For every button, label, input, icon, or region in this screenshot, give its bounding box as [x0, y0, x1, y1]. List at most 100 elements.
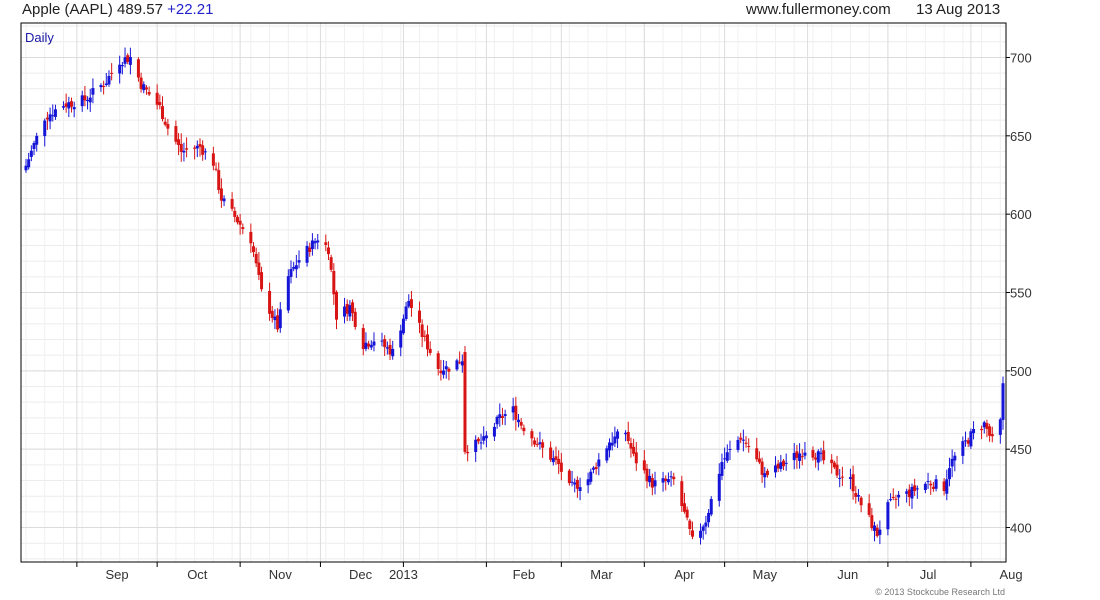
candle-up	[934, 479, 938, 489]
y-tick-label: 450	[1010, 442, 1032, 457]
candle-up	[444, 366, 448, 370]
candle-down	[252, 246, 256, 253]
candle-up	[578, 487, 582, 492]
candle-down	[519, 421, 523, 426]
candle-down	[233, 210, 237, 217]
candle-down	[739, 437, 743, 440]
candle-down	[238, 220, 242, 225]
candle-up	[107, 75, 111, 85]
candle-down	[308, 247, 312, 252]
candle-down	[642, 460, 646, 471]
candle-up	[310, 240, 314, 249]
candle-down	[417, 310, 421, 323]
candle-up	[474, 439, 478, 453]
candle-up	[391, 348, 395, 357]
candle-down	[988, 426, 992, 436]
candle-down	[907, 489, 911, 498]
x-tick-label: Jul	[920, 567, 937, 582]
candle-down	[476, 438, 480, 442]
candle-down	[388, 344, 392, 355]
candle-down	[329, 257, 333, 270]
candle-up	[32, 143, 36, 149]
candle-down	[326, 247, 330, 255]
candle-up	[48, 114, 52, 122]
candle-up	[661, 478, 665, 483]
candle-up	[608, 442, 612, 451]
candle-down	[680, 481, 684, 507]
candle-up	[653, 480, 657, 487]
candle-down	[854, 493, 858, 497]
candle-up	[889, 499, 893, 501]
candle-up	[897, 494, 901, 498]
candle-up	[88, 97, 92, 103]
candle-up	[297, 260, 301, 263]
candle-down	[230, 199, 234, 209]
candle-up	[998, 419, 1002, 435]
candle-down	[830, 459, 834, 464]
x-tick-label: Nov	[269, 567, 293, 582]
candle-down	[760, 461, 764, 475]
candle-up	[492, 426, 496, 437]
candle-up	[848, 477, 852, 479]
candle-up	[856, 495, 860, 497]
candle-down	[757, 458, 761, 463]
candle-up	[905, 491, 909, 494]
candle-down	[685, 509, 689, 518]
candle-up	[926, 481, 930, 483]
candle-down	[174, 126, 178, 142]
candle-down	[211, 153, 215, 166]
candle-up	[945, 479, 949, 494]
candle-up	[969, 431, 973, 447]
candle-down	[744, 442, 748, 444]
candle-down	[45, 117, 49, 120]
candle-down	[629, 443, 633, 449]
candle-down	[835, 464, 839, 476]
candle-down	[514, 405, 518, 420]
candle-down	[345, 303, 349, 314]
candle-down	[859, 497, 863, 506]
candle-up	[923, 483, 927, 490]
candle-down	[177, 139, 181, 146]
y-tick-label: 700	[1010, 50, 1032, 65]
candle-down	[235, 216, 239, 223]
candle-down	[268, 290, 272, 314]
candle-down	[650, 478, 654, 488]
candle-up	[80, 95, 84, 107]
candle-up	[701, 526, 705, 531]
candle-down	[755, 448, 759, 460]
candle-up	[72, 107, 76, 110]
candle-up	[613, 436, 617, 444]
candle-up	[886, 502, 890, 530]
candle-up	[182, 150, 186, 153]
candle-down	[535, 443, 539, 445]
candle-down	[626, 431, 630, 442]
candle-down	[214, 168, 218, 170]
x-tick-label: Aug	[999, 567, 1022, 582]
candle-down	[144, 87, 148, 90]
candle-down	[383, 339, 387, 348]
candle-up	[950, 458, 954, 467]
candle-up	[118, 64, 122, 74]
candle-down	[257, 262, 261, 275]
candle-up	[91, 88, 95, 95]
candle-up	[289, 268, 293, 277]
candle-down	[811, 450, 815, 458]
copyright-text: © 2013 Stockcube Research Ltd	[875, 587, 1005, 597]
candle-down	[361, 328, 365, 350]
candle-down	[423, 335, 427, 337]
candle-down	[64, 103, 68, 107]
candle-up	[195, 145, 199, 149]
candle-up	[972, 429, 976, 434]
candle-down	[691, 530, 695, 537]
candle-up	[1001, 383, 1005, 420]
candle-up	[128, 57, 132, 65]
candle-up	[385, 347, 389, 349]
candle-down	[990, 434, 994, 437]
candle-up	[784, 462, 788, 464]
candle-up	[819, 452, 823, 454]
candle-down	[179, 143, 183, 152]
candle-up	[479, 442, 483, 444]
candle-down	[217, 170, 221, 190]
candle-down	[334, 291, 338, 320]
candle-down	[110, 72, 114, 74]
